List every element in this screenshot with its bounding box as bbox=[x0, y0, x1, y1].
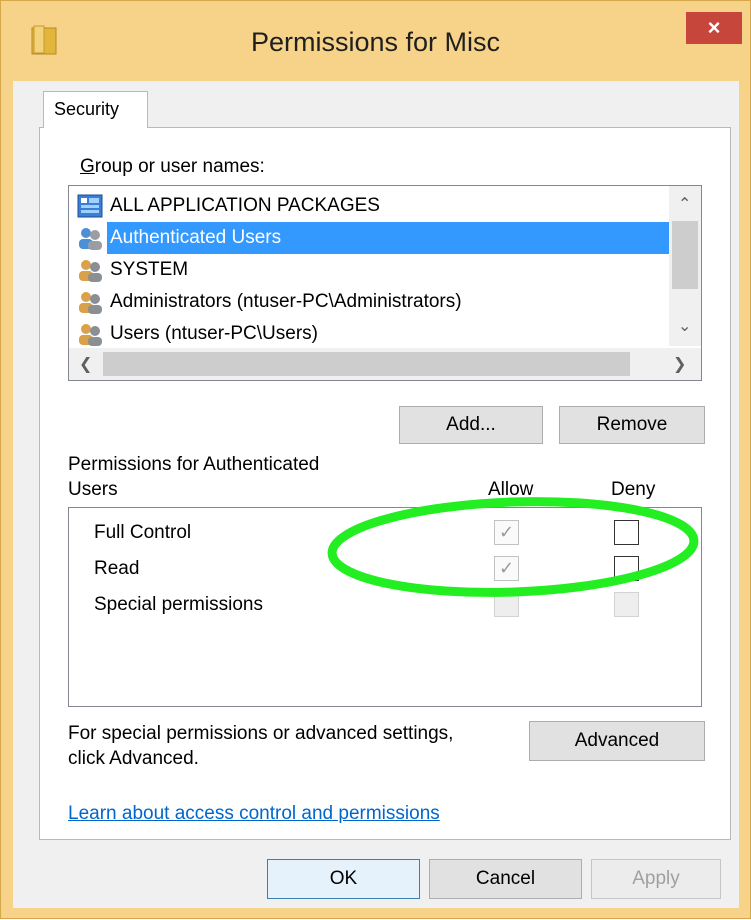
list-item-label: Administrators (ntuser-PC\Administrators… bbox=[110, 291, 462, 312]
special-allow-checkbox bbox=[494, 592, 519, 617]
deny-column-header: Deny bbox=[611, 479, 656, 500]
ok-button[interactable]: OK bbox=[267, 859, 420, 899]
advanced-button[interactable]: Advanced bbox=[529, 721, 705, 761]
cancel-button-label: Cancel bbox=[475, 868, 536, 889]
full-control-allow-checkbox: ✓ bbox=[494, 520, 519, 545]
add-button[interactable]: Add... bbox=[399, 406, 543, 444]
list-item-selected[interactable]: Authenticated Users bbox=[73, 222, 669, 254]
learn-more-link[interactable]: Learn about access control and permissio… bbox=[68, 803, 440, 825]
app-packages-icon bbox=[77, 194, 103, 218]
users-group-icon bbox=[79, 228, 102, 250]
permission-row-label: Read bbox=[94, 558, 140, 579]
permissions-label-line1: Permissions for Authenticated bbox=[68, 454, 320, 475]
read-deny-checkbox[interactable] bbox=[614, 556, 639, 581]
horizontal-scroll-thumb[interactable] bbox=[103, 352, 630, 376]
vertical-scrollbar[interactable]: ⌃ ⌄ bbox=[669, 186, 701, 346]
allow-column-header: Allow bbox=[488, 479, 534, 500]
scroll-left-icon[interactable]: ❮ bbox=[79, 354, 92, 374]
permissions-label-line2: Users bbox=[68, 479, 118, 500]
cancel-button[interactable]: Cancel bbox=[429, 859, 582, 899]
remove-button-label: Remove bbox=[596, 414, 668, 435]
list-item-label: Users (ntuser-PC\Users) bbox=[110, 323, 318, 344]
scroll-right-icon[interactable]: ❯ bbox=[673, 354, 686, 374]
advanced-text-line2: click Advanced. bbox=[68, 748, 199, 769]
group-or-user-names-label: Group or user names: bbox=[80, 156, 265, 177]
permissions-list: Full Control Read Special permissions ✓ … bbox=[68, 507, 702, 707]
horizontal-scrollbar[interactable]: ❮ ❯ bbox=[69, 348, 701, 380]
users-group-icon bbox=[79, 324, 102, 346]
add-button-label: Add... bbox=[446, 414, 496, 435]
dialog-client-area: Security Group or user names: ALL APPLIC… bbox=[13, 81, 739, 908]
special-deny-checkbox bbox=[614, 592, 639, 617]
close-button[interactable]: × bbox=[686, 12, 742, 44]
users-group-icon bbox=[79, 292, 102, 314]
permission-row-label: Full Control bbox=[94, 522, 192, 543]
users-group-icon bbox=[79, 260, 102, 282]
list-item-label: Authenticated Users bbox=[107, 222, 669, 254]
vertical-scroll-thumb[interactable] bbox=[672, 221, 698, 289]
list-item[interactable]: Users (ntuser-PC\Users) bbox=[73, 318, 669, 350]
scroll-down-icon[interactable]: ⌄ bbox=[678, 316, 691, 336]
list-item[interactable]: Administrators (ntuser-PC\Administrators… bbox=[73, 286, 669, 318]
permissions-dialog: Permissions for Misc × Security Group or… bbox=[0, 0, 751, 919]
advanced-button-label: Advanced bbox=[574, 730, 660, 751]
remove-button[interactable]: Remove bbox=[559, 406, 705, 444]
permission-row-label: Special permissions bbox=[94, 594, 263, 615]
full-control-deny-checkbox[interactable] bbox=[614, 520, 639, 545]
advanced-text-line1: For special permissions or advanced sett… bbox=[68, 723, 454, 744]
ok-button-label: OK bbox=[329, 868, 358, 889]
window-title: Permissions for Misc bbox=[250, 27, 501, 57]
apply-button: Apply bbox=[591, 859, 721, 899]
title-bar[interactable]: Permissions for Misc × bbox=[1, 1, 750, 81]
list-item-label: ALL APPLICATION PACKAGES bbox=[110, 195, 380, 216]
read-allow-checkbox: ✓ bbox=[494, 556, 519, 581]
group-user-listbox[interactable]: ALL APPLICATION PACKAGES Authenticated U… bbox=[68, 185, 702, 381]
list-item[interactable]: ALL APPLICATION PACKAGES bbox=[73, 190, 669, 222]
list-item-label: SYSTEM bbox=[110, 259, 189, 280]
apply-button-label: Apply bbox=[632, 868, 680, 889]
scroll-up-icon[interactable]: ⌃ bbox=[678, 194, 691, 214]
list-item[interactable]: SYSTEM bbox=[73, 254, 669, 286]
tab-security[interactable]: Security bbox=[43, 91, 148, 128]
